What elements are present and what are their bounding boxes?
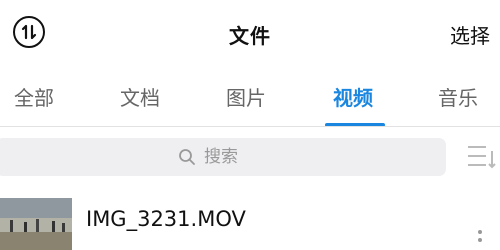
tabs-divider	[0, 126, 500, 127]
header-bar: 文件 选择	[0, 0, 500, 68]
tab-videos[interactable]: 视频	[333, 82, 373, 111]
file-name: IMG_3231.MOV	[86, 207, 246, 231]
more-icon	[478, 230, 482, 242]
tab-music[interactable]: 音乐	[438, 82, 478, 111]
file-list-item[interactable]: IMG_3231.MOV	[0, 190, 500, 250]
list-view-button[interactable]	[466, 143, 500, 173]
video-thumbnail	[0, 198, 72, 250]
category-tabs: 全部 文档 图片 视频 音乐	[0, 68, 500, 127]
search-icon	[179, 149, 195, 165]
select-button[interactable]: 选择	[450, 20, 490, 49]
tab-all[interactable]: 全部	[14, 82, 54, 111]
tab-documents[interactable]: 文档	[120, 82, 160, 111]
tab-images[interactable]: 图片	[226, 82, 266, 111]
page-title: 文件	[229, 24, 271, 48]
list-view-icon	[468, 146, 496, 169]
more-options-button[interactable]	[468, 228, 492, 242]
search-input[interactable]	[204, 147, 264, 167]
search-bar[interactable]	[0, 138, 446, 176]
